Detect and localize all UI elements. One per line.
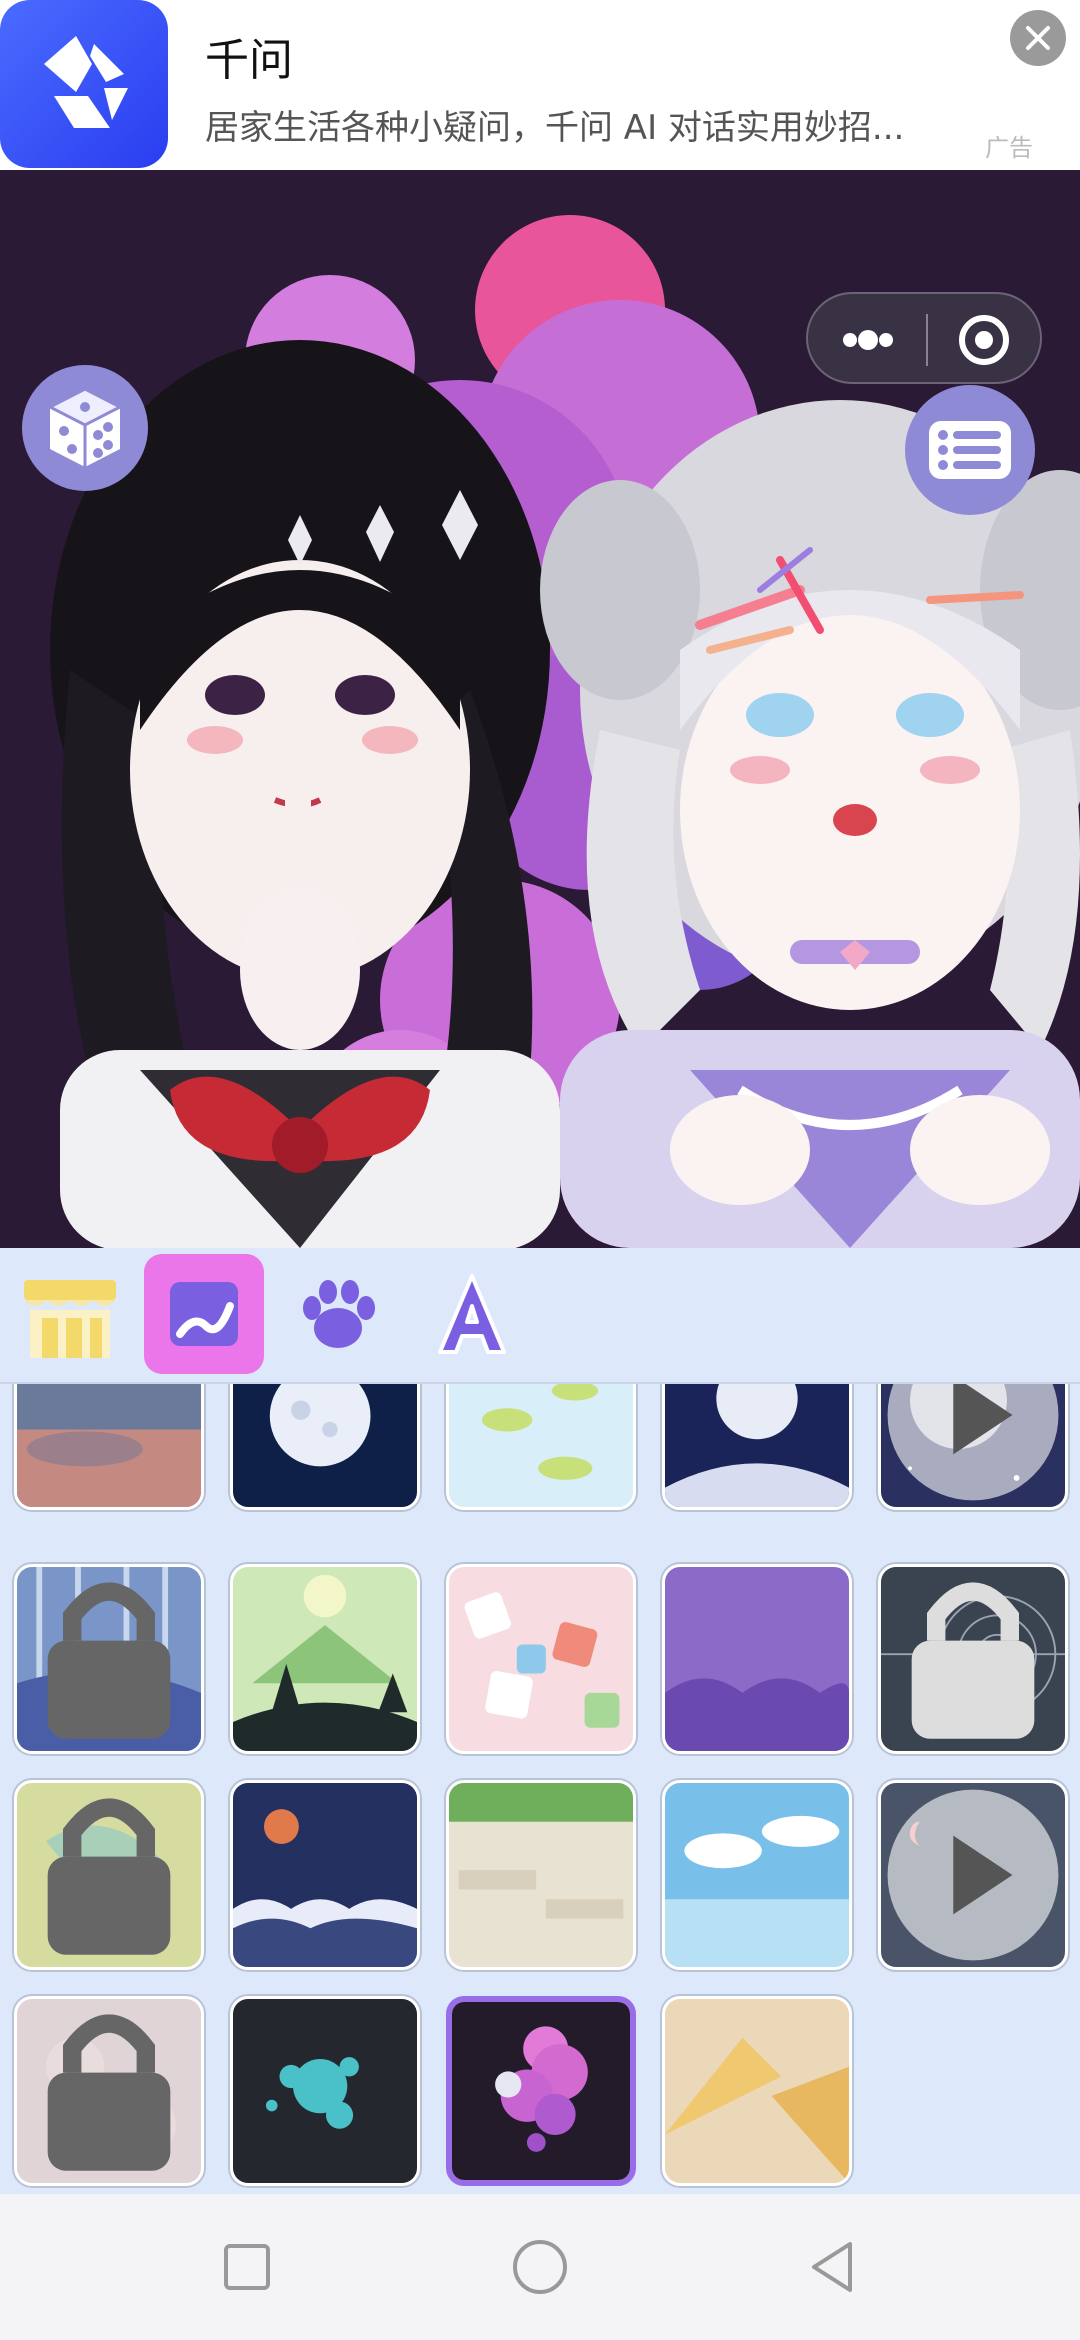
- mini-program-capsule: [806, 292, 1042, 384]
- background-tile[interactable]: [446, 1384, 636, 1510]
- close-icon[interactable]: [1010, 10, 1066, 66]
- letter-a-icon: [438, 1274, 506, 1354]
- background-tile[interactable]: [230, 1996, 420, 2186]
- image-brush-icon: [170, 1282, 238, 1346]
- background-tile[interactable]: [878, 1780, 1068, 1970]
- play-icon: [887, 1384, 1059, 1501]
- background-tile[interactable]: [662, 1564, 852, 1754]
- background-tile[interactable]: [446, 1780, 636, 1970]
- background-tile[interactable]: [230, 1384, 420, 1510]
- target-close-icon[interactable]: [928, 294, 1044, 386]
- background-tile[interactable]: [878, 1564, 1068, 1754]
- lock-icon: [47, 2014, 171, 2171]
- ad-title[interactable]: 千问: [205, 24, 293, 88]
- background-tile[interactable]: [662, 1996, 852, 2186]
- background-tile[interactable]: [14, 1996, 204, 2186]
- paw-icon: [303, 1280, 375, 1348]
- recents-square-icon[interactable]: [212, 2232, 282, 2302]
- background-tile[interactable]: [14, 1384, 204, 1510]
- background-tile[interactable]: [446, 1564, 636, 1754]
- play-icon: [887, 1789, 1059, 1961]
- background-tile[interactable]: [230, 1780, 420, 1970]
- app-root: 千问 居家生活各种小疑问，千问 AI 对话实用妙招... 广告: [0, 0, 1080, 2340]
- background-tile[interactable]: [878, 1384, 1068, 1510]
- qianwen-logo-icon[interactable]: [0, 0, 168, 168]
- ad-subtitle[interactable]: 居家生活各种小疑问，千问 AI 对话实用妙招...: [205, 100, 905, 149]
- background-tile[interactable]: [662, 1780, 852, 1970]
- home-circle-icon[interactable]: [505, 2232, 575, 2302]
- ad-tag: 广告: [985, 134, 1033, 162]
- background-tile[interactable]: [14, 1564, 204, 1754]
- back-triangle-icon[interactable]: [798, 2232, 868, 2302]
- shop-tab[interactable]: [10, 1254, 130, 1374]
- menu-list-icon[interactable]: [905, 385, 1035, 515]
- dice-icon[interactable]: [22, 365, 148, 491]
- background-tab[interactable]: [144, 1254, 264, 1374]
- character-stage[interactable]: [0, 170, 1080, 1248]
- system-nav-bar: [0, 2194, 1080, 2340]
- ad-banner[interactable]: 千问 居家生活各种小疑问，千问 AI 对话实用妙招... 广告: [0, 0, 1080, 170]
- more-dots-icon[interactable]: [808, 294, 926, 386]
- pet-tab[interactable]: [278, 1254, 398, 1374]
- background-tile[interactable]: [230, 1564, 420, 1754]
- lock-icon: [47, 1582, 171, 1739]
- storefront-icon: [24, 1280, 116, 1358]
- background-tile[interactable]: [14, 1780, 204, 1970]
- lock-icon: [47, 1798, 171, 1955]
- text-tab[interactable]: [412, 1254, 532, 1374]
- background-tile-selected[interactable]: [446, 1996, 636, 2186]
- category-tabs: [0, 1248, 1080, 1384]
- lock-icon: [911, 1582, 1035, 1739]
- background-grid: [0, 1384, 1080, 2194]
- background-tile[interactable]: [662, 1384, 852, 1510]
